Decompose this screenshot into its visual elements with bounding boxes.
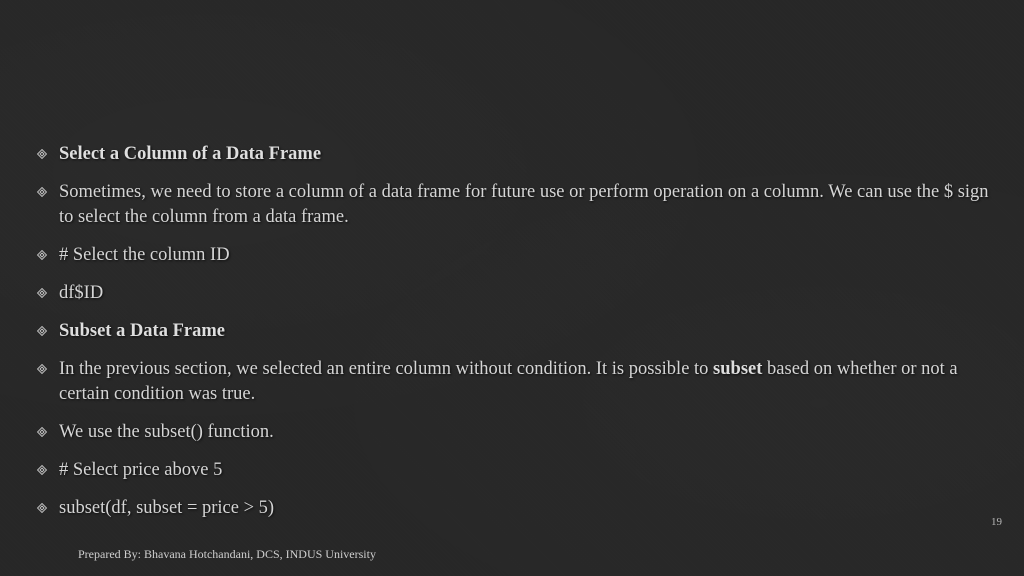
bullet-text: Select a Column of a Data Frame <box>59 142 994 167</box>
diamond-bullet-icon <box>37 187 47 197</box>
bullet-text: Subset a Data Frame <box>59 319 994 344</box>
diamond-bullet-icon <box>37 427 47 437</box>
diamond-bullet-icon <box>37 503 47 513</box>
bullet-text: df$ID <box>59 281 994 306</box>
diamond-bullet-icon <box>37 326 47 336</box>
bullet-item: # Select price above 5 <box>37 458 994 483</box>
slide-body: Select a Column of a Data Frame Sometime… <box>37 142 994 534</box>
bullet-item: subset(df, subset = price > 5) <box>37 496 994 521</box>
bullet-text: Sometimes, we need to store a column of … <box>59 180 994 230</box>
diamond-bullet-icon <box>37 288 47 298</box>
bullet-text: We use the subset() function. <box>59 420 994 445</box>
page-number: 19 <box>991 516 1002 528</box>
bullet-item: In the previous section, we selected an … <box>37 357 994 407</box>
bullet-item: Subset a Data Frame <box>37 319 994 344</box>
bullet-item: Select a Column of a Data Frame <box>37 142 994 167</box>
bullet-text: # Select price above 5 <box>59 458 994 483</box>
diamond-bullet-icon <box>37 465 47 475</box>
bullet-text: # Select the column ID <box>59 243 994 268</box>
bullet-item: Sometimes, we need to store a column of … <box>37 180 994 230</box>
bullet-text: subset(df, subset = price > 5) <box>59 496 994 521</box>
bullet-item: We use the subset() function. <box>37 420 994 445</box>
diamond-bullet-icon <box>37 149 47 159</box>
bullet-item: # Select the column ID <box>37 243 994 268</box>
bullet-item: df$ID <box>37 281 994 306</box>
slide-footer: Prepared By: Bhavana Hotchandani, DCS, I… <box>78 547 376 562</box>
diamond-bullet-icon <box>37 250 47 260</box>
bullet-text: In the previous section, we selected an … <box>59 357 994 407</box>
diamond-bullet-icon <box>37 364 47 374</box>
